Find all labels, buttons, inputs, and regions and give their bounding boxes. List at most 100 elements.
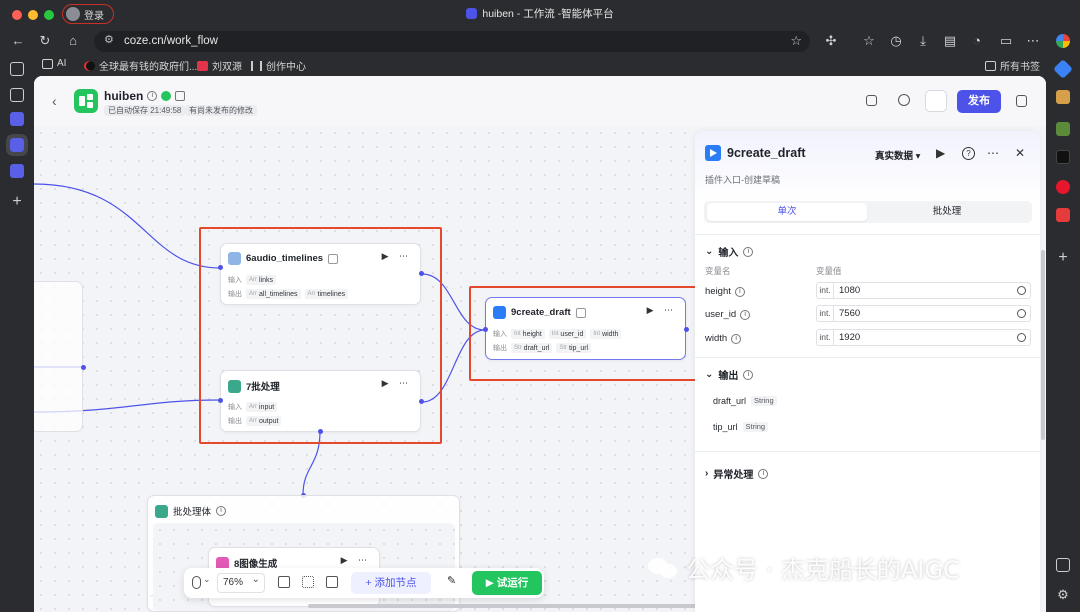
home-icon[interactable]: ⌂ <box>64 32 82 50</box>
info-icon: i <box>743 246 754 257</box>
tab-single[interactable]: 单次 <box>707 203 867 221</box>
reading-list-icon[interactable]: ▤ <box>941 32 959 50</box>
vertical-scrollbar[interactable] <box>1041 250 1045 440</box>
google-icon[interactable] <box>1056 34 1070 48</box>
output-tip-url: tip_url String <box>713 422 769 432</box>
panel-title: 9create_draft <box>727 146 806 160</box>
info-icon: i <box>731 333 742 344</box>
collaborator-button[interactable] <box>925 90 947 112</box>
tiktok-icon[interactable] <box>1056 150 1070 164</box>
test-run-button[interactable]: ▶ 试运行 <box>472 571 542 595</box>
browser-right-sidebar: + ⚙ <box>1046 28 1080 612</box>
tag-extension-icon[interactable] <box>1053 59 1073 79</box>
bookmarks-bar: AI 全球最有钱的政府们... 刘双源 创作中心 所有书签 <box>0 54 1080 76</box>
chevron-right-icon: › <box>705 468 709 479</box>
red-extension-icon[interactable] <box>1056 208 1070 222</box>
weibo-icon[interactable] <box>1056 180 1070 194</box>
unpublished-badge: 有尚未发布的修改 <box>185 105 257 116</box>
green-extension-icon[interactable] <box>1056 122 1070 136</box>
window-title: huiben - 工作流 -智能体平台 <box>0 6 1080 21</box>
param-label-user-id: user_id i <box>705 309 751 320</box>
settings-gear-icon[interactable]: ⚙ <box>1056 588 1070 602</box>
comment-icon[interactable] <box>278 576 290 588</box>
highlight-box-left <box>199 227 442 444</box>
bookmark-liu[interactable]: 刘双源 <box>197 58 242 73</box>
bookmark-news[interactable]: 全球最有钱的政府们... <box>84 58 197 73</box>
copy-icon[interactable] <box>866 95 877 106</box>
watermark: 公众号 · 杰克船长的AIGC <box>648 550 960 585</box>
info-icon: i <box>758 468 769 479</box>
copilot-icon[interactable] <box>1056 90 1070 104</box>
workflow-name: huiben i <box>104 89 186 103</box>
history-icon[interactable] <box>898 94 910 106</box>
panel-subtitle: 插件入口-创建草稿 <box>705 175 780 185</box>
output-section-header[interactable]: ⌄ 输出 i <box>705 367 754 382</box>
all-bookmarks-folder[interactable]: 所有书签 <box>985 58 1040 73</box>
bookmark-star-icon[interactable]: ☆ <box>790 33 802 49</box>
reload-icon[interactable]: ↻ <box>36 32 54 50</box>
info-icon[interactable]: i <box>147 91 158 101</box>
data-mode-select[interactable]: 真实数据 ▾ <box>875 148 920 162</box>
param-label-width: width i <box>705 333 742 344</box>
info-icon: i <box>743 369 754 380</box>
back-chevron-icon[interactable]: ‹ <box>52 93 57 109</box>
param-input-width[interactable]: int. 1920 <box>816 329 1031 346</box>
param-input-height[interactable]: int. 1080 <box>816 282 1031 299</box>
coze-tab-icon[interactable] <box>10 164 24 178</box>
more-icon[interactable]: ⋯ <box>987 146 999 160</box>
download-icon[interactable]: ⤓ <box>914 32 932 50</box>
more-menu-icon[interactable]: ⋯ <box>1024 32 1042 50</box>
exception-section-header[interactable]: › 异常处理 i <box>705 466 769 481</box>
run-node-icon[interactable]: ▶ <box>936 146 945 160</box>
zoom-select[interactable]: 76% <box>217 571 265 593</box>
output-draft-url: draft_url String <box>713 396 777 406</box>
add-node-button[interactable]: + 添加节点 <box>351 572 431 594</box>
site-settings-icon[interactable]: ⚙ <box>104 33 114 46</box>
variable-ref-icon <box>1017 286 1026 295</box>
coze-tab-active-icon[interactable] <box>6 134 28 156</box>
column-variable-value: 变量值 <box>816 266 842 276</box>
minimap-icon[interactable] <box>326 576 338 588</box>
address-bar[interactable]: ⚙ coze.cn/work_flow ☆ <box>94 31 810 52</box>
auto-layout-icon[interactable] <box>302 576 314 588</box>
param-input-user-id[interactable]: int. 7560 <box>816 305 1031 322</box>
bookmark-creator[interactable]: 创作中心 <box>251 58 306 73</box>
sidebar-toggle-icon[interactable] <box>1056 558 1070 572</box>
duplicate-icon[interactable] <box>1016 95 1027 107</box>
previous-node[interactable] <box>34 281 83 432</box>
tool-icon[interactable]: ✎ <box>447 574 459 587</box>
coze-tab-icon[interactable] <box>10 112 24 126</box>
close-icon[interactable]: ✕ <box>1015 146 1025 160</box>
tab-batch[interactable]: 批处理 <box>867 203 1027 221</box>
add-tab-icon[interactable]: + <box>10 194 24 210</box>
variable-ref-icon <box>1017 309 1026 318</box>
bookmark-ai[interactable]: AI <box>42 58 66 69</box>
output-port[interactable] <box>81 365 86 370</box>
wallet-icon[interactable]: ▭ <box>997 32 1015 50</box>
extensions-icon[interactable]: ✣ <box>822 32 840 50</box>
browser-sidebar: + <box>0 54 34 612</box>
chevron-down-icon[interactable]: ⌄ <box>203 574 211 585</box>
node-run-more-icon[interactable]: ▶ ⋯ <box>341 555 371 566</box>
workflow-logo-icon <box>74 89 98 113</box>
help-icon[interactable]: ? <box>962 147 975 160</box>
app-viewport: ‹ huiben i 已自动保存 21:49:58 有尚未发布的修改 发布 6a… <box>34 76 1046 612</box>
history-icon[interactable]: ◷ <box>887 32 905 50</box>
back-arrow-icon[interactable]: ← <box>9 32 27 50</box>
performance-icon[interactable]: ◔ <box>968 32 986 50</box>
param-label-height: height i <box>705 286 745 297</box>
red-app-icon <box>197 60 208 71</box>
url-text: coze.cn/work_flow <box>124 35 218 47</box>
reading-icon[interactable] <box>10 88 24 102</box>
add-extension-icon[interactable]: + <box>1056 250 1070 266</box>
favorites-icon[interactable]: ☆ <box>860 32 878 50</box>
node-config-panel: 9create_draft 真实数据 ▾ ▶ ? ⋯ ✕ 插件入口-创建草稿 单… <box>695 131 1040 612</box>
input-section-header[interactable]: ⌄ 输入 i <box>705 244 754 259</box>
mouse-mode-icon[interactable] <box>192 576 201 589</box>
info-icon: i <box>734 286 745 297</box>
batch-icon <box>155 504 168 518</box>
edit-icon[interactable] <box>175 91 186 101</box>
tabs-icon[interactable] <box>10 62 24 76</box>
info-icon[interactable]: i <box>216 506 227 516</box>
publish-button[interactable]: 发布 <box>957 90 1001 113</box>
